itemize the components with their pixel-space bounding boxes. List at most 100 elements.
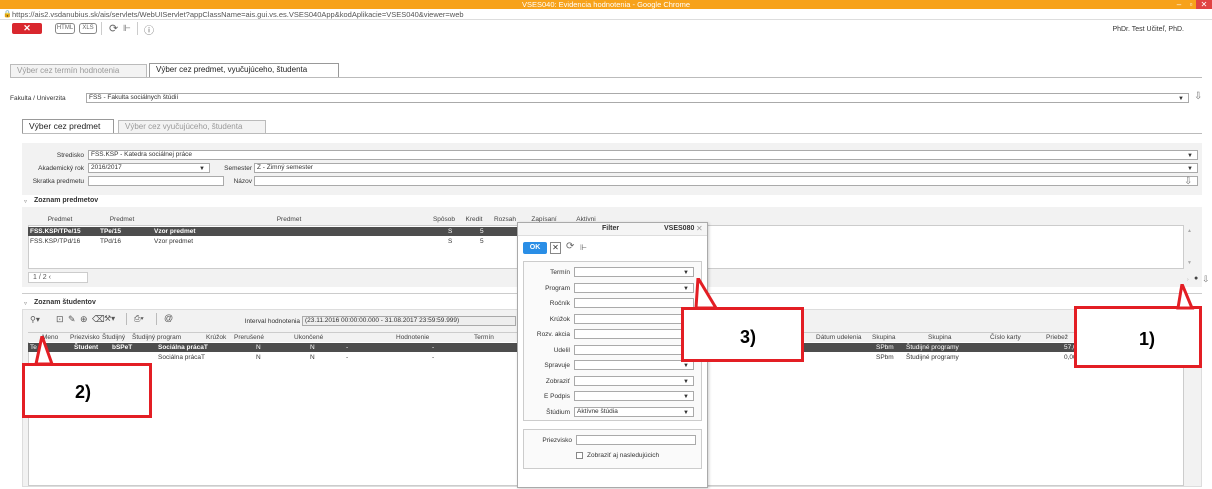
collapse-icon[interactable]: ▿ bbox=[24, 300, 27, 307]
subtab-vyucujuci[interactable]: Výber cez vyučujúceho, študenta bbox=[118, 120, 266, 133]
tools-icon[interactable]: ⚒▾ bbox=[104, 314, 115, 323]
cell: Sociálna prácaT bbox=[158, 354, 205, 361]
column-header[interactable]: Termín bbox=[474, 333, 494, 342]
scroll-up-icon[interactable]: ▲ bbox=[1187, 228, 1192, 234]
divider bbox=[10, 77, 1202, 78]
tab-termin[interactable]: Výber cez termín hodnotenia bbox=[10, 64, 147, 77]
semester-select[interactable]: Z - Zimný semester ▼ bbox=[254, 163, 1198, 173]
cell: Vzor predmet bbox=[154, 238, 194, 245]
table-row[interactable]: FSS.KSP/TPd/16 TPd/16 Vzor predmet S 5 bbox=[28, 237, 517, 246]
user-name: PhDr. Test Učiteľ, PhD. bbox=[1112, 26, 1184, 33]
info-icon[interactable]: ⓘ bbox=[144, 22, 154, 37]
filter-input[interactable] bbox=[574, 344, 694, 355]
callout-label: 1) bbox=[1139, 329, 1156, 349]
html-export-button[interactable]: HTML bbox=[55, 23, 75, 34]
cell: N bbox=[256, 354, 261, 361]
column-header[interactable]: Priezvisko bbox=[70, 333, 100, 342]
cell: N bbox=[256, 344, 261, 351]
email-icon[interactable]: @ bbox=[164, 313, 173, 323]
filter-input[interactable] bbox=[574, 298, 694, 308]
edit-icon[interactable]: ✎ bbox=[68, 314, 76, 325]
callout-1-pointer bbox=[1176, 284, 1195, 310]
chevron-down-icon: ▼ bbox=[1178, 96, 1184, 102]
download-arrow-icon[interactable]: ⇩ bbox=[1202, 274, 1210, 285]
faculty-select[interactable]: FSS - Fakulta sociálnych štúdií ▼ bbox=[86, 93, 1189, 103]
tree-icon[interactable]: ⊩ bbox=[123, 23, 131, 34]
filter-input[interactable] bbox=[574, 313, 694, 324]
refresh-icon[interactable]: ⟳ bbox=[566, 241, 574, 252]
cell: FSS.KSP/TPd/16 bbox=[30, 238, 81, 245]
restore-icon[interactable]: ▫ bbox=[1186, 0, 1196, 9]
address-bar[interactable]: 🔒 https://ais2.vsdanubius.sk/ais/servlet… bbox=[0, 9, 1212, 20]
collapse-icon[interactable]: ▿ bbox=[24, 198, 27, 205]
filter-select[interactable]: ▼ bbox=[574, 267, 694, 277]
callout-3: 3) bbox=[681, 307, 804, 362]
download-arrow-icon[interactable]: ⇩ bbox=[1194, 91, 1202, 102]
divider bbox=[101, 22, 102, 35]
filter-select[interactable]: ▼ bbox=[574, 391, 694, 401]
column-header[interactable]: Predmet bbox=[28, 215, 92, 224]
table-row[interactable]: Te Študent bSPeT Sociálna prácaT N N - - bbox=[28, 343, 518, 352]
scroll-down-icon[interactable]: ▼ bbox=[1187, 260, 1192, 266]
scroll-right-icon[interactable]: › bbox=[1187, 277, 1189, 283]
url-text[interactable]: https://ais2.vsdanubius.sk/ais/servlets/… bbox=[12, 10, 464, 19]
gear-icon[interactable]: ● bbox=[1194, 275, 1198, 282]
filter-select[interactable]: Aktívne štúdia ▼ bbox=[574, 406, 694, 417]
subtab-predmet[interactable]: Výber cez predmet bbox=[22, 119, 114, 133]
refresh-icon[interactable]: ⟳ bbox=[109, 22, 118, 35]
nazov-input[interactable] bbox=[254, 176, 1198, 186]
column-header[interactable]: Priebež bbox=[1046, 333, 1068, 342]
column-header[interactable]: Predmet bbox=[94, 215, 150, 224]
stredisko-select[interactable]: FSS.KSP - Katedra sociálnej práce ▼ bbox=[88, 150, 1198, 160]
new-record-icon[interactable]: ⊡ bbox=[56, 314, 64, 325]
cancel-icon[interactable]: ✕ bbox=[550, 242, 561, 254]
search-icon[interactable]: ⊕ bbox=[80, 314, 88, 325]
cell: - bbox=[432, 354, 435, 361]
close-app-button[interactable]: ✕ bbox=[12, 23, 42, 34]
filter-select[interactable]: ▼ bbox=[574, 375, 694, 386]
minimize-icon[interactable]: – bbox=[1172, 0, 1186, 9]
filter-select[interactable]: ▼ bbox=[574, 360, 694, 370]
cell: - bbox=[432, 344, 435, 351]
priezvisko-input[interactable] bbox=[576, 435, 696, 445]
column-header[interactable]: Číslo karty bbox=[990, 333, 1021, 342]
tree-icon[interactable]: ⊩ bbox=[580, 243, 587, 252]
column-header[interactable]: Skupina bbox=[872, 333, 896, 342]
download-arrow-icon[interactable]: ⇩ bbox=[1184, 176, 1192, 187]
chevron-down-icon: ▼ bbox=[683, 409, 689, 416]
filter-input[interactable] bbox=[574, 329, 694, 339]
filter-select[interactable]: ▼ bbox=[574, 282, 694, 293]
cell: TPe/15 bbox=[100, 228, 121, 235]
close-window-icon[interactable]: ✕ bbox=[1196, 0, 1212, 9]
column-header[interactable]: Kredit bbox=[462, 215, 486, 224]
delete-icon[interactable]: ⌫ bbox=[92, 314, 105, 325]
close-icon[interactable]: ✕ bbox=[696, 224, 703, 233]
pager[interactable]: 1 / 2 ‹ bbox=[28, 272, 88, 283]
lock-icon: 🔒 bbox=[3, 11, 12, 18]
checkbox[interactable] bbox=[576, 452, 583, 459]
column-header[interactable]: Ukončené bbox=[294, 333, 323, 342]
column-header[interactable]: Skupina bbox=[928, 333, 952, 342]
cell: S bbox=[448, 238, 453, 245]
filter-field-label: Udelil bbox=[553, 346, 570, 354]
column-header[interactable]: Študijný program bbox=[132, 333, 181, 342]
xls-export-button[interactable]: XLS bbox=[79, 23, 97, 34]
skratka-input[interactable] bbox=[88, 176, 224, 186]
cell: FSS.KSP/TPe/15 bbox=[30, 228, 81, 235]
column-header[interactable]: Dátum udelenia bbox=[816, 333, 862, 342]
column-header[interactable]: Predmet bbox=[152, 215, 426, 224]
cell: 5 bbox=[480, 228, 484, 235]
column-header[interactable]: Prerušené bbox=[234, 333, 264, 342]
table-row[interactable]: FSS.KSP/TPe/15 TPe/15 Vzor predmet S 5 bbox=[28, 227, 517, 236]
column-header[interactable]: Spôsob bbox=[428, 215, 460, 224]
filter-funnel-icon[interactable]: ⚲▾ bbox=[30, 315, 40, 324]
ok-button[interactable]: OK bbox=[523, 242, 547, 254]
column-header[interactable]: Hodnotenie bbox=[396, 333, 429, 342]
rok-select[interactable]: 2016/2017 ▼ bbox=[88, 163, 210, 173]
print-icon[interactable]: ⎙▾ bbox=[134, 314, 144, 324]
filter-field-label: Termín bbox=[550, 269, 570, 276]
tab-predmet[interactable]: Výber cez predmet, vyučujúceho, študenta bbox=[149, 63, 339, 77]
column-header[interactable]: Krúžok bbox=[206, 333, 226, 342]
filter-field-label: E Podpis bbox=[543, 393, 570, 400]
column-header[interactable]: Študijný bbox=[102, 333, 125, 342]
